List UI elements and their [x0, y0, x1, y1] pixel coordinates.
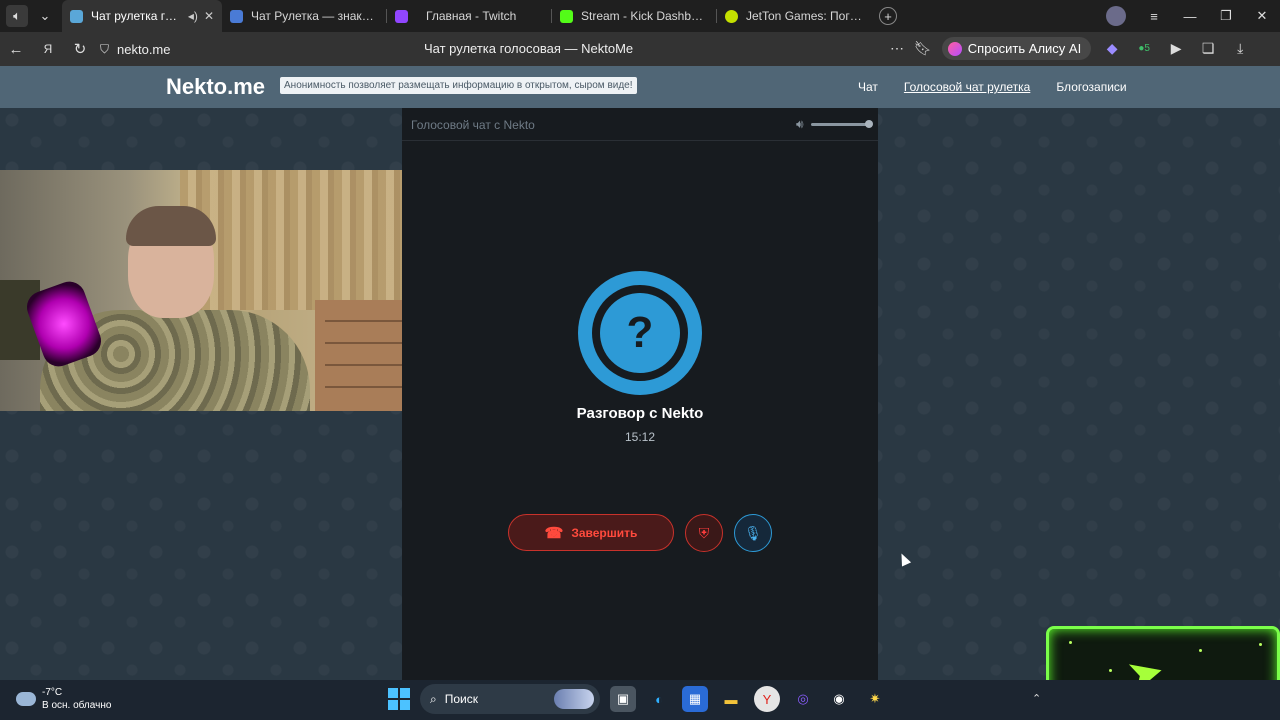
question-mark-icon: ? — [600, 293, 680, 373]
volume-icon[interactable]: 🔊︎ — [796, 117, 804, 132]
search-highlight-image — [554, 689, 594, 709]
microphone-icon: 🎙︎ — [744, 524, 762, 541]
webcam-person-hair — [126, 206, 216, 246]
url-field[interactable]: ⛉ nekto.me — [100, 42, 171, 57]
extension-badge-icon[interactable]: ●5 — [1133, 43, 1155, 54]
conversation-title: Разговор с Nekto — [576, 405, 704, 422]
alice-button[interactable]: Спросить Алису AI — [941, 37, 1092, 60]
alice-label: Спросить Алису AI — [967, 41, 1082, 56]
play-extension-icon[interactable]: ▶ — [1165, 40, 1187, 57]
site-nav: Чат Голосовой чат рулетка Блогозаписи — [858, 80, 1127, 94]
close-window-icon[interactable]: ✕ — [1244, 8, 1280, 24]
alice-icon — [947, 41, 962, 56]
window-controls: ≡ — ❐ ✕ — [1106, 0, 1280, 32]
tab-jetton[interactable]: JetTon Games: Погружен — [717, 0, 873, 32]
hang-up-phone-icon: ☎ — [544, 524, 564, 542]
taskbar-apps: ⌕ Поиск ▣ ◐ ▦ ▬ Y ◎ ◉ ✷ — [388, 684, 888, 714]
search-icon: ⌕ — [430, 691, 437, 706]
profile-avatar[interactable] — [1106, 6, 1126, 26]
tab-kick[interactable]: Stream - Kick Dashboard — [552, 0, 716, 32]
unknown-user-avatar: ? — [578, 271, 702, 395]
panel-header: Голосовой чат с Nekto 🔊︎ — [402, 108, 878, 141]
yandex-icon[interactable]: Я — [32, 42, 64, 56]
temperature: -7°C — [42, 687, 63, 698]
tab-title: Чат Рулетка — знакомств — [251, 9, 378, 23]
nav-blog-link[interactable]: Блогозаписи — [1056, 80, 1126, 94]
windows-taskbar: -7°C В осн. облачно ⌕ Поиск ▣ ◐ ▦ ▬ Y ◎ … — [0, 680, 1280, 720]
tab-favicon-icon — [230, 9, 243, 23]
reload-icon[interactable]: ↻ — [64, 40, 96, 58]
tab-list-chevron-icon[interactable]: ⌄ — [34, 5, 56, 27]
tab-favicon-icon — [70, 9, 83, 23]
tab-title: Stream - Kick Dashboard — [581, 9, 708, 23]
end-call-label: Завершить — [571, 525, 638, 540]
site-header: Nekto.me Анонимность позволяет размещать… — [0, 66, 1280, 108]
file-explorer-icon[interactable]: ▬ — [718, 686, 744, 712]
weather-widget[interactable]: -7°C В осн. облачно — [16, 686, 111, 712]
alice-app-icon[interactable]: ◎ — [790, 686, 816, 712]
tab-favicon-icon — [725, 9, 738, 23]
site-logo[interactable]: Nekto.me — [166, 74, 265, 100]
bookmark-icon[interactable]: 🔖︎ — [914, 40, 932, 57]
task-view-icon[interactable]: ▣ — [610, 686, 636, 712]
tab-chat-roulette[interactable]: Чат Рулетка — знакомств — [222, 0, 386, 32]
tab-close-icon[interactable]: ✕ — [204, 9, 214, 23]
windows-start-icon[interactable] — [388, 688, 410, 710]
address-bar-actions: ⋯ 🔖︎ Спросить Алису AI ◆ ●5 ▶ ❏ ⤓ — [890, 37, 1251, 60]
tab-audio-icon: ◂) — [187, 9, 198, 23]
taskbar-search[interactable]: ⌕ Поиск — [420, 684, 600, 714]
site-tagline: Анонимность позволяет размещать информац… — [280, 77, 637, 94]
download-icon[interactable]: ⤓ — [1229, 40, 1251, 57]
microphone-button[interactable]: 🎙︎ — [734, 514, 772, 552]
tab-audio-icon[interactable]: 🔈︎ — [6, 5, 28, 27]
tray-chevron-icon[interactable]: ⌃ — [1032, 692, 1041, 705]
obs-icon[interactable]: ◉ — [826, 686, 852, 712]
panel-title: Голосовой чат с Nekto — [411, 118, 535, 132]
cloud-icon — [16, 692, 36, 706]
call-timer: 15:12 — [624, 430, 656, 444]
tab-nekto-voice[interactable]: Чат рулетка голосо ◂) ✕ — [62, 0, 222, 32]
back-arrow-icon[interactable]: ← — [0, 41, 32, 58]
minimize-icon[interactable]: — — [1172, 9, 1208, 24]
site-shield-icon[interactable]: ⛉ — [100, 42, 109, 57]
yandex-browser-icon[interactable]: Y — [754, 686, 780, 712]
url-text: nekto.me — [117, 41, 171, 57]
end-call-button[interactable]: ☎ Завершить — [508, 514, 674, 551]
sparkle-app-icon[interactable]: ✷ — [862, 686, 888, 712]
tab-title: JetTon Games: Погружен — [746, 9, 865, 23]
volume-slider[interactable] — [811, 123, 871, 126]
volume-slider-handle[interactable] — [865, 120, 873, 128]
store-icon[interactable]: ▦ — [682, 686, 708, 712]
tab-twitch[interactable]: Главная - Twitch — [387, 0, 551, 32]
nav-chat-link[interactable]: Чат — [858, 80, 878, 94]
shield-alert-icon: ⛨ — [698, 524, 710, 541]
new-tab-button[interactable]: + — [879, 7, 897, 25]
webcam-overlay — [0, 170, 428, 411]
collections-icon[interactable]: ❏ — [1197, 40, 1219, 57]
voice-chat-panel: Голосовой чат с Nekto 🔊︎ ? Разговор с Ne… — [402, 108, 878, 680]
webcam-wall — [180, 170, 428, 310]
restore-icon[interactable]: ❐ — [1208, 8, 1244, 24]
gamepad-extension-icon[interactable]: ◆ — [1101, 40, 1123, 57]
address-bar: ← Я ↻ ⛉ nekto.me Чат рулетка голосовая —… — [0, 32, 1280, 66]
search-placeholder: Поиск — [444, 692, 478, 706]
tab-favicon-icon — [395, 9, 408, 23]
browser-tabbar: 🔈︎ ⌄ Чат рулетка голосо ◂) ✕ Чат Рулетка… — [0, 0, 1280, 32]
nav-voice-chat-link[interactable]: Голосовой чат рулетка — [904, 80, 1030, 94]
tab-favicon-icon — [560, 9, 573, 23]
tab-title: Главная - Twitch — [426, 9, 517, 23]
menu-icon[interactable]: ≡ — [1136, 9, 1172, 24]
tab-title: Чат рулетка голосо — [91, 9, 182, 23]
weather-text: В осн. облачно — [42, 700, 112, 711]
report-shield-button[interactable]: ⛨ — [685, 514, 723, 552]
page-title: Чат рулетка голосовая — NektoMe — [424, 41, 634, 56]
more-dots-icon[interactable]: ⋯ — [890, 40, 904, 57]
edge-icon[interactable]: ◐ — [646, 686, 672, 712]
